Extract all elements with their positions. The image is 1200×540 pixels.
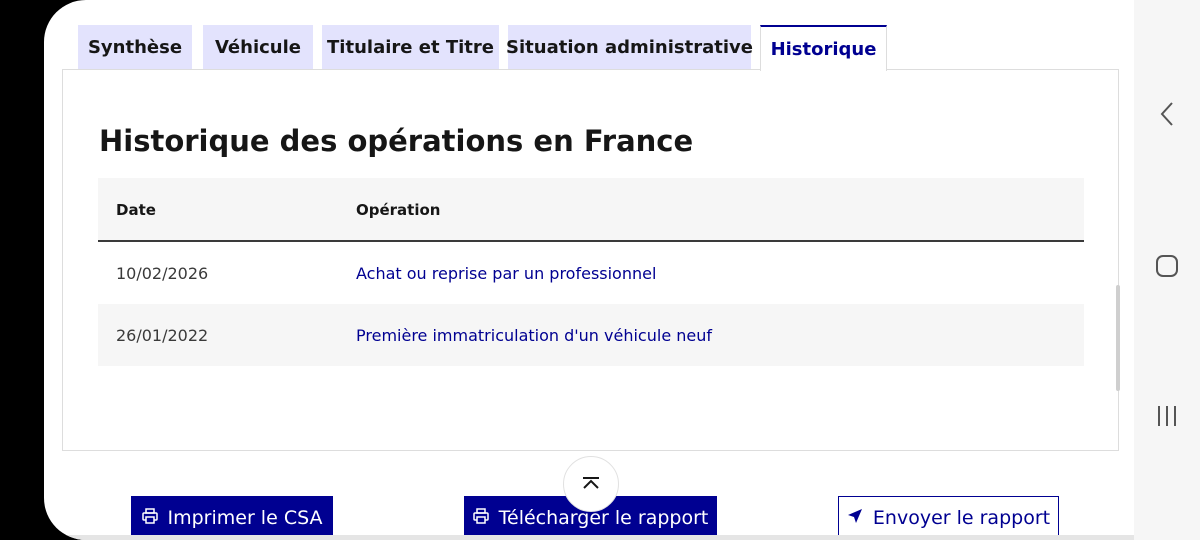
tab-vehicule[interactable]: Véhicule <box>203 25 313 69</box>
app-screen: Synthèse Véhicule Titulaire et Titre Sit… <box>44 0 1134 540</box>
nav-home-button[interactable] <box>1134 248 1200 288</box>
system-navigation-bar <box>1134 0 1200 540</box>
operations-table: Date Opération 10/02/2026 Achat ou repri… <box>98 178 1084 366</box>
row-date: 10/02/2026 <box>116 264 209 283</box>
recents-icon <box>1156 404 1178 432</box>
bottom-divider <box>44 535 1134 540</box>
tab-synthese[interactable]: Synthèse <box>78 25 192 69</box>
tab-titulaire-et-titre[interactable]: Titulaire et Titre <box>322 25 499 69</box>
scroll-to-top-button[interactable] <box>563 456 619 512</box>
print-csa-label: Imprimer le CSA <box>167 507 323 529</box>
home-square-icon <box>1155 254 1179 282</box>
tab-historique[interactable]: Historique <box>760 25 887 71</box>
chevron-up-icon <box>580 475 602 494</box>
chevron-left-icon <box>1159 101 1175 131</box>
nav-back-button[interactable] <box>1134 96 1200 136</box>
page-title: Historique des opérations en France <box>99 124 694 158</box>
send-report-label: Envoyer le rapport <box>872 507 1051 529</box>
printer-icon <box>472 507 489 529</box>
column-header-date: Date <box>116 201 156 219</box>
nav-recents-button[interactable] <box>1134 398 1200 438</box>
table-row: 26/01/2022 Première immatriculation d'un… <box>98 304 1084 366</box>
send-icon <box>847 507 863 529</box>
send-report-button[interactable]: Envoyer le rapport <box>838 496 1059 540</box>
historique-panel: Historique des opérations en France Date… <box>62 69 1119 451</box>
row-operation-link[interactable]: Première immatriculation d'un véhicule n… <box>356 326 712 345</box>
column-header-operation: Opération <box>356 201 441 219</box>
table-header: Date Opération <box>98 178 1084 242</box>
download-report-label: Télécharger le rapport <box>498 507 709 529</box>
row-date: 26/01/2022 <box>116 326 209 345</box>
printer-icon <box>141 507 158 529</box>
print-csa-button[interactable]: Imprimer le CSA <box>131 496 333 540</box>
table-row: 10/02/2026 Achat ou reprise par un profe… <box>98 242 1084 304</box>
scrollbar[interactable] <box>1116 285 1120 391</box>
tab-situation-administrative[interactable]: Situation administrative <box>506 25 753 69</box>
row-operation-link[interactable]: Achat ou reprise par un professionnel <box>356 264 656 283</box>
